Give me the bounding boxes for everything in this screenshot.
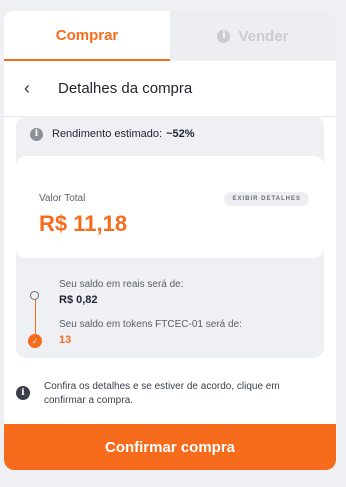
purchase-card: Comprar i Vender ‹ Detalhes da compra i … bbox=[4, 11, 336, 470]
tab-buy[interactable]: Comprar bbox=[4, 11, 170, 61]
total-value: R$ 11,18 bbox=[39, 211, 128, 236]
reais-balance-label: Seu saldo em reais será de: bbox=[59, 279, 184, 290]
tab-buy-label: Comprar bbox=[55, 26, 119, 44]
reais-balance-value: R$ 0,82 bbox=[59, 294, 98, 306]
tokens-balance-label: Seu saldo em tokens FTCEC-01 será de: bbox=[59, 319, 242, 330]
page-header: ‹ Detalhes da compra bbox=[4, 61, 336, 117]
tab-sell[interactable]: i Vender bbox=[170, 11, 336, 61]
confirm-notice: i Confira os detalhes e se estiver de ac… bbox=[16, 380, 316, 408]
estimated-yield: i Rendimento estimado: ~52% bbox=[16, 116, 324, 152]
timeline-connector bbox=[35, 294, 36, 334]
confirm-purchase-button[interactable]: Confirmar compra bbox=[4, 424, 336, 470]
notice-text: Confira os detalhes e se estiver de acor… bbox=[44, 381, 280, 406]
timeline-dot bbox=[30, 291, 39, 300]
info-icon: i bbox=[16, 386, 30, 400]
page-title: Detalhes da compra bbox=[58, 80, 193, 97]
total-value-box: Valor Total R$ 11,18 EXIBIR DETALHES bbox=[16, 156, 324, 258]
total-label: Valor Total bbox=[39, 193, 86, 204]
yield-label: Rendimento estimado: bbox=[52, 128, 163, 140]
tokens-balance-value: 13 bbox=[59, 334, 72, 346]
info-icon: i bbox=[30, 127, 43, 141]
tab-sell-label: Vender bbox=[238, 27, 289, 45]
yield-value: ~52% bbox=[166, 128, 195, 140]
chevron-left-icon[interactable]: ‹ bbox=[24, 78, 58, 99]
info-icon: i bbox=[217, 29, 231, 43]
buy-sell-tabs: Comprar i Vender bbox=[4, 11, 336, 61]
balance-timeline: ✓ Seu saldo em reais será de: R$ 0,82 Se… bbox=[16, 264, 324, 354]
show-details-button[interactable]: EXIBIR DETALHES bbox=[224, 192, 309, 206]
purchase-summary: i Rendimento estimado: ~52% Valor Total … bbox=[16, 116, 324, 358]
check-icon: ✓ bbox=[28, 334, 42, 348]
